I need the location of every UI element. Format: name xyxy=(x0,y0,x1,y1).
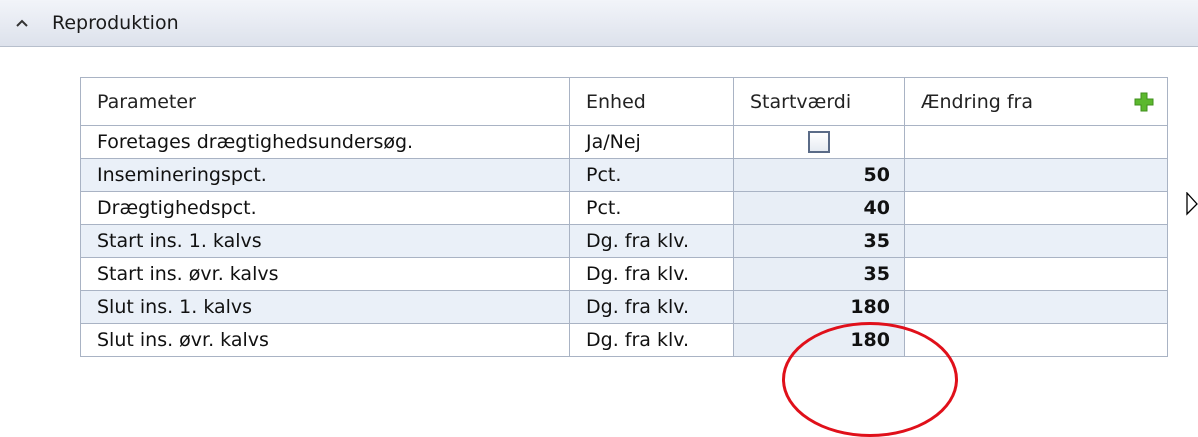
parameter-table: Parameter Enhed Startværdi Ændring fra F… xyxy=(80,77,1168,357)
table-header-row: Parameter Enhed Startværdi Ændring fra xyxy=(80,77,1168,126)
cell-change-from[interactable] xyxy=(904,290,1168,324)
cell-start-value-input[interactable]: 180 xyxy=(733,323,905,357)
table-row: Start ins. øvr. kalvs Dg. fra klv. 35 xyxy=(80,257,1168,291)
column-header-parameter[interactable]: Parameter xyxy=(80,77,570,126)
pregnancy-check-checkbox[interactable] xyxy=(808,131,830,154)
table-row: Insemineringspct. Pct. 50 xyxy=(80,158,1168,192)
cell-start-value-input[interactable]: 50 xyxy=(733,158,905,192)
table-row: Start ins. 1. kalvs Dg. fra klv. 35 xyxy=(80,224,1168,258)
cell-parameter: Drægtighedspct. xyxy=(80,191,570,225)
cell-unit: Dg. fra klv. xyxy=(569,323,734,357)
table-row: Slut ins. øvr. kalvs Dg. fra klv. 180 xyxy=(80,323,1168,357)
cell-parameter: Start ins. øvr. kalvs xyxy=(80,257,570,291)
cell-parameter: Start ins. 1. kalvs xyxy=(80,224,570,258)
section-title: Reproduktion xyxy=(52,12,179,34)
cell-change-from[interactable] xyxy=(904,224,1168,258)
cell-unit: Ja/Nej xyxy=(569,125,734,159)
column-header-start-value[interactable]: Startværdi xyxy=(733,77,905,126)
column-header-change-from[interactable]: Ændring fra xyxy=(904,77,1168,126)
cell-unit: Dg. fra klv. xyxy=(569,224,734,258)
column-header-unit[interactable]: Enhed xyxy=(569,77,734,126)
cell-start-value-input[interactable]: 180 xyxy=(733,290,905,324)
chevron-up-icon[interactable] xyxy=(14,15,30,31)
cell-unit: Pct. xyxy=(569,158,734,192)
cell-change-from[interactable] xyxy=(904,158,1168,192)
cell-start-value-input[interactable]: 40 xyxy=(733,191,905,225)
table-row: Slut ins. 1. kalvs Dg. fra klv. 180 xyxy=(80,290,1168,324)
cell-start-value-input[interactable]: 35 xyxy=(733,224,905,258)
cell-change-from[interactable] xyxy=(904,323,1168,357)
cell-unit: Dg. fra klv. xyxy=(569,257,734,291)
cell-change-from[interactable] xyxy=(904,191,1168,225)
plus-icon[interactable] xyxy=(1133,91,1155,113)
cell-parameter: Foretages drægtighedsundersøg. xyxy=(80,125,570,159)
mouse-cursor-icon xyxy=(1186,191,1198,222)
cell-start-value-input[interactable]: 35 xyxy=(733,257,905,291)
cell-parameter: Insemineringspct. xyxy=(80,158,570,192)
cell-change-from[interactable] xyxy=(904,257,1168,291)
cell-unit: Pct. xyxy=(569,191,734,225)
cell-unit: Dg. fra klv. xyxy=(569,290,734,324)
cell-parameter: Slut ins. 1. kalvs xyxy=(80,290,570,324)
column-header-change-from-label: Ændring fra xyxy=(921,90,1033,113)
cell-parameter: Slut ins. øvr. kalvs xyxy=(80,323,570,357)
cell-change-from[interactable] xyxy=(904,125,1168,159)
section-header-reproduktion[interactable]: Reproduktion xyxy=(0,0,1198,47)
cell-start-value xyxy=(733,125,905,159)
table-row: Drægtighedspct. Pct. 40 xyxy=(80,191,1168,225)
table-row: Foretages drægtighedsundersøg. Ja/Nej xyxy=(80,125,1168,159)
